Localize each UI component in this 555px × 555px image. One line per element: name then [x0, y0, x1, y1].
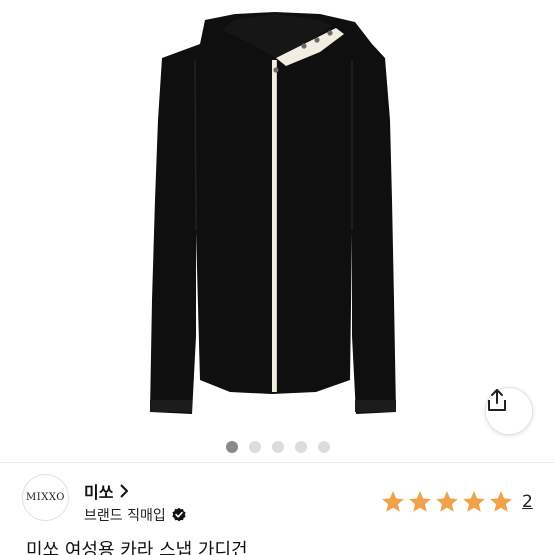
star-icon [436, 491, 458, 512]
share-icon [488, 389, 506, 411]
product-title: 미쏘 여성용 카라 스냅 가디건 [26, 540, 248, 555]
verified-check-icon [172, 507, 186, 522]
star-icon [409, 491, 431, 512]
pagination-dot[interactable] [294, 441, 307, 453]
rating[interactable]: 2 [380, 489, 533, 515]
brand-logo[interactable]: MIXXO [22, 474, 69, 521]
brand-badge: 브랜드 직매입 [84, 505, 187, 525]
star-icon [382, 491, 404, 512]
pagination-dot[interactable] [317, 441, 330, 453]
star-icon [490, 491, 512, 512]
review-count[interactable]: 2 [522, 492, 533, 512]
product-image [150, 12, 396, 414]
brand-badge-label: 브랜드 직매입 [84, 508, 166, 524]
divider [0, 462, 555, 463]
pagination-dot[interactable] [225, 441, 238, 453]
pagination-dot[interactable] [271, 441, 284, 453]
share-button[interactable] [485, 387, 533, 435]
gallery-pagination [0, 441, 555, 453]
product-image-gallery[interactable] [0, 0, 555, 435]
chevron-right-icon [120, 484, 129, 498]
brand-name: 미쏘 [84, 483, 114, 502]
star-icon [463, 491, 485, 512]
pagination-dot[interactable] [248, 441, 261, 453]
brand-logo-text: MIXXO [26, 492, 65, 503]
brand-link[interactable]: 미쏘 [84, 479, 129, 503]
